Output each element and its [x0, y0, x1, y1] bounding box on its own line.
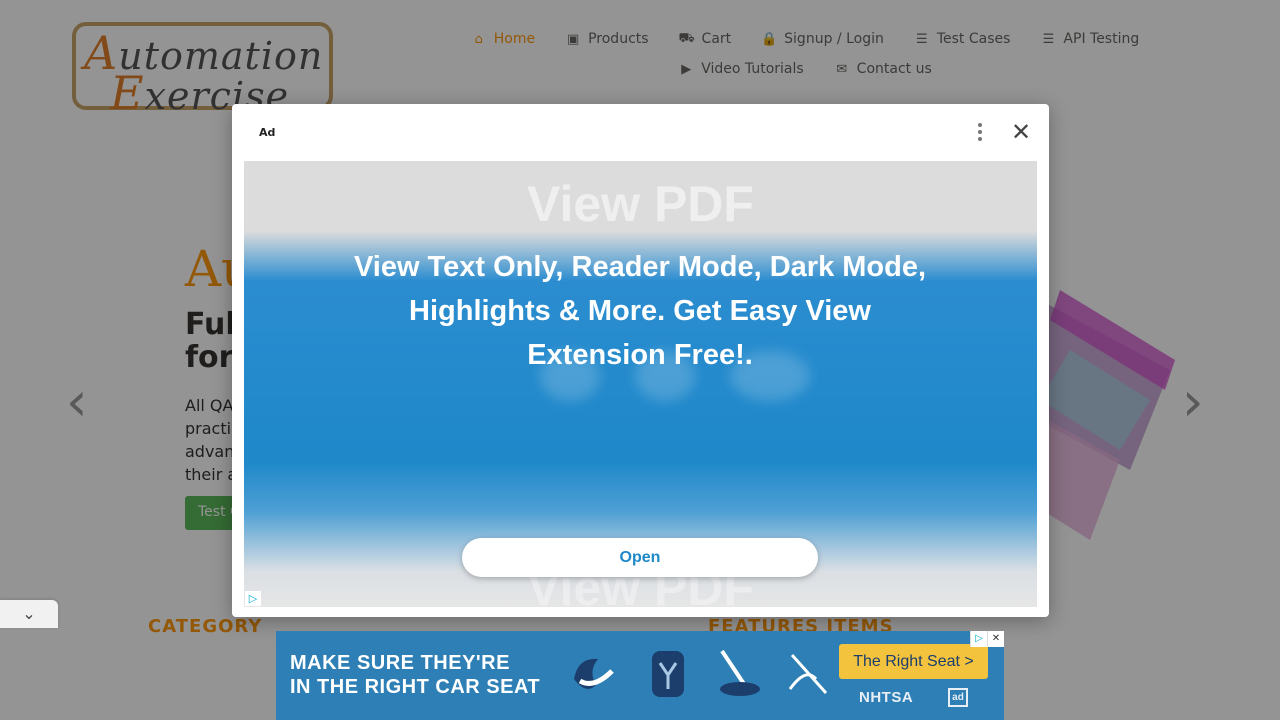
car-seat-icon: [574, 658, 614, 689]
close-ad-icon[interactable]: ✕: [987, 631, 1004, 647]
ad-modal: Ad ✕ View PDF View Text Only, Reader Mod…: [232, 104, 1049, 617]
chevron-down-icon[interactable]: ⌄: [0, 600, 58, 628]
open-button[interactable]: Open: [462, 538, 818, 577]
banner-line2: IN THE RIGHT CAR SEAT: [290, 676, 541, 698]
adchoices-icon[interactable]: ▷: [245, 591, 261, 606]
convertible-seat-icon: [720, 649, 760, 696]
booster-seat-icon: [652, 651, 684, 697]
banner-text: MAKE SURE THEY'RE IN THE RIGHT CAR SEAT: [290, 651, 540, 699]
ad-label: Ad: [259, 126, 276, 139]
ad-headline: View Text Only, Reader Mode, Dark Mode, …: [353, 251, 927, 371]
ad-creative[interactable]: View PDF View Text Only, Reader Mode, Da…: [244, 161, 1037, 607]
adchoices-icon[interactable]: ▷: [970, 631, 987, 647]
more-options-icon[interactable]: [974, 120, 986, 144]
close-icon[interactable]: ✕: [1008, 118, 1034, 146]
banner-adchoices: ▷ ✕: [970, 631, 1004, 647]
right-seat-button[interactable]: The Right Seat >: [839, 644, 988, 679]
belt-seat-icon: [788, 653, 828, 695]
ghost-title-top: View PDF: [527, 176, 754, 232]
ad-council-logo: ad: [948, 688, 968, 707]
banner-line1: MAKE SURE THEY'RE: [290, 652, 510, 674]
bottom-banner-ad[interactable]: MAKE SURE THEY'RE IN THE RIGHT CAR SEAT …: [276, 631, 1004, 720]
nhtsa-logo: NHTSA: [859, 689, 914, 706]
